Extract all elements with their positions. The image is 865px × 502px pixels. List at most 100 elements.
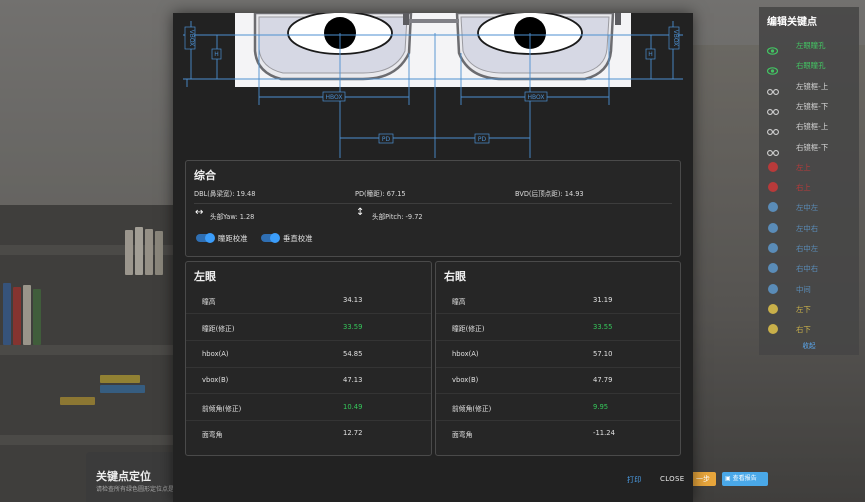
- glasses-icon: [767, 122, 779, 136]
- table-row: 瞳距(修正) 33.55: [436, 314, 680, 341]
- row-key: 瞳高: [202, 298, 216, 306]
- dot-icon: [768, 324, 778, 335]
- table-row: vbox(B) 47.13: [186, 367, 431, 394]
- keypoint-item[interactable]: 右上: [759, 178, 859, 198]
- dot-icon: [768, 202, 778, 213]
- row-value: 12.72: [343, 429, 363, 437]
- glasses-icon: [767, 143, 779, 156]
- previous-step-button[interactable]: 一步: [690, 472, 716, 486]
- left-hinge: [403, 13, 409, 25]
- vbox-right-label: VBOX: [672, 30, 679, 47]
- keypoint-item[interactable]: 右镜框-上: [759, 117, 859, 137]
- view-report-label: 查看报告: [732, 475, 757, 482]
- print-button[interactable]: 打印: [627, 475, 642, 485]
- hbox-right-label: HBOX: [528, 94, 545, 101]
- table-row: hbox(A) 54.85: [186, 341, 431, 368]
- row-value: 54.85: [343, 350, 363, 358]
- view-report-button[interactable]: ▣ 查看报告: [722, 472, 768, 486]
- keypoint-item[interactable]: 中间: [759, 280, 859, 300]
- h-left-label: H: [214, 51, 219, 58]
- yaw-value: 头部Yaw: 1.28: [210, 213, 255, 221]
- keypoint-item[interactable]: 左中左: [759, 198, 859, 218]
- collapse-button[interactable]: 收起: [759, 340, 859, 350]
- keypoint-label: 右镜框-下: [796, 142, 829, 152]
- keypoint-item[interactable]: 左上: [759, 158, 859, 178]
- table-row: vbox(B) 47.79: [436, 367, 680, 394]
- pd-calibration-toggle[interactable]: [196, 233, 215, 243]
- measurement-dialog: HBOX HBOX PD PD VBOX VBOX H H 综合 DBL(鼻梁宽…: [173, 13, 693, 502]
- table-row: 瞳距(修正) 33.59: [186, 314, 431, 341]
- horizontal-arrows-icon: ↔: [195, 207, 204, 218]
- keypoint-item[interactable]: 右眼瞳孔: [759, 56, 859, 76]
- vertical-calibration-toggle[interactable]: [261, 233, 280, 243]
- table-row: 前倾角(修正) 9.95: [436, 394, 680, 421]
- table-row: 面弯角 -11.24: [436, 420, 680, 446]
- summary-title: 综合: [194, 169, 216, 182]
- dbl-value: DBL(鼻梁宽): 19.48: [194, 190, 256, 198]
- keypoint-locate-hint: 请检查所有绿色圆形定位点是: [96, 486, 175, 493]
- bvd-value: BVD(后顶点距): 14.93: [515, 190, 584, 198]
- row-key: vbox(B): [452, 376, 479, 384]
- keypoint-item[interactable]: 右中左: [759, 239, 859, 259]
- row-key: 瞳距(修正): [452, 325, 485, 333]
- keypoint-label: 右下: [796, 325, 811, 335]
- keypoint-label: 左镜框-下: [796, 101, 829, 111]
- row-value: 47.79: [593, 376, 613, 384]
- dot-icon: [768, 222, 778, 233]
- keypoint-item[interactable]: 左下: [759, 300, 859, 320]
- summary-card: 综合 DBL(鼻梁宽): 19.48 PD(瞳距): 67.15 BVD(后顶点…: [185, 160, 681, 257]
- vbox-left-label: VBOX: [188, 30, 195, 47]
- row-key: 面弯角: [452, 431, 473, 439]
- table-row: 前倾角(修正) 10.49: [186, 394, 431, 421]
- pd-left-label: PD: [382, 136, 391, 143]
- dot-icon: [768, 161, 778, 172]
- keypoint-item[interactable]: 右镜框-下: [759, 138, 859, 158]
- hbox-left-label: HBOX: [326, 94, 343, 101]
- vertical-arrows-icon: ↕: [356, 207, 365, 218]
- keypoint-item[interactable]: 右中右: [759, 259, 859, 279]
- row-key: vbox(B): [202, 376, 229, 384]
- keypoint-label: 左中右: [796, 223, 819, 233]
- dot-icon: [768, 303, 778, 314]
- keypoint-label: 右中右: [796, 264, 819, 274]
- edit-keypoints-title: 编辑关键点: [767, 17, 817, 28]
- keypoint-label: 左镜框-上: [796, 81, 829, 91]
- keypoint-item[interactable]: 左眼瞳孔: [759, 36, 859, 56]
- keypoint-item[interactable]: 左镜框-下: [759, 97, 859, 117]
- report-icon: ▣: [725, 475, 733, 482]
- table-row: 瞳高 31.19: [436, 287, 680, 314]
- pitch-value: 头部Pitch: -9.72: [372, 213, 423, 221]
- keypoint-label: 左眼瞳孔: [796, 41, 826, 50]
- dot-icon: [768, 283, 778, 294]
- close-button[interactable]: CLOSE: [660, 475, 684, 483]
- row-value: 47.13: [343, 376, 363, 384]
- row-key: 瞳高: [452, 298, 466, 306]
- summary-divider: [194, 203, 672, 204]
- row-value: 10.49: [343, 403, 363, 411]
- keypoint-item[interactable]: 右下: [759, 320, 859, 340]
- keypoint-label: 右上: [796, 183, 811, 193]
- right-hinge: [615, 13, 621, 25]
- keypoint-item[interactable]: 左中右: [759, 219, 859, 239]
- keypoint-label: 左上: [796, 162, 811, 172]
- keypoint-label: 右镜框-上: [796, 122, 829, 132]
- right-eye-title: 右眼: [444, 270, 466, 283]
- keypoint-label: 左中左: [796, 203, 819, 213]
- pd-right-label: PD: [478, 136, 487, 143]
- eye-icon: [766, 41, 779, 55]
- nose-bridge: [409, 19, 459, 23]
- right-eye-card: 右眼 瞳高 31.19 瞳距(修正) 33.55 hbox(A) 57.10 vbox…: [435, 261, 681, 456]
- keypoint-label: 右中左: [796, 244, 819, 253]
- row-value: -11.24: [593, 429, 615, 437]
- row-value: 57.10: [593, 350, 613, 358]
- dot-icon: [768, 243, 778, 253]
- row-key: 前倾角(修正): [452, 405, 492, 413]
- keypoint-locate-title: 关键点定位: [96, 470, 151, 483]
- glasses-icon: [767, 102, 779, 115]
- row-value: 9.95: [593, 403, 609, 411]
- keypoint-item[interactable]: 左镜框-上: [759, 77, 859, 97]
- pd-calibration-label: 瞳距校准: [218, 234, 248, 243]
- dot-icon: [768, 263, 778, 274]
- table-row: 面弯角 12.72: [186, 420, 431, 446]
- row-value: 33.55: [593, 323, 613, 331]
